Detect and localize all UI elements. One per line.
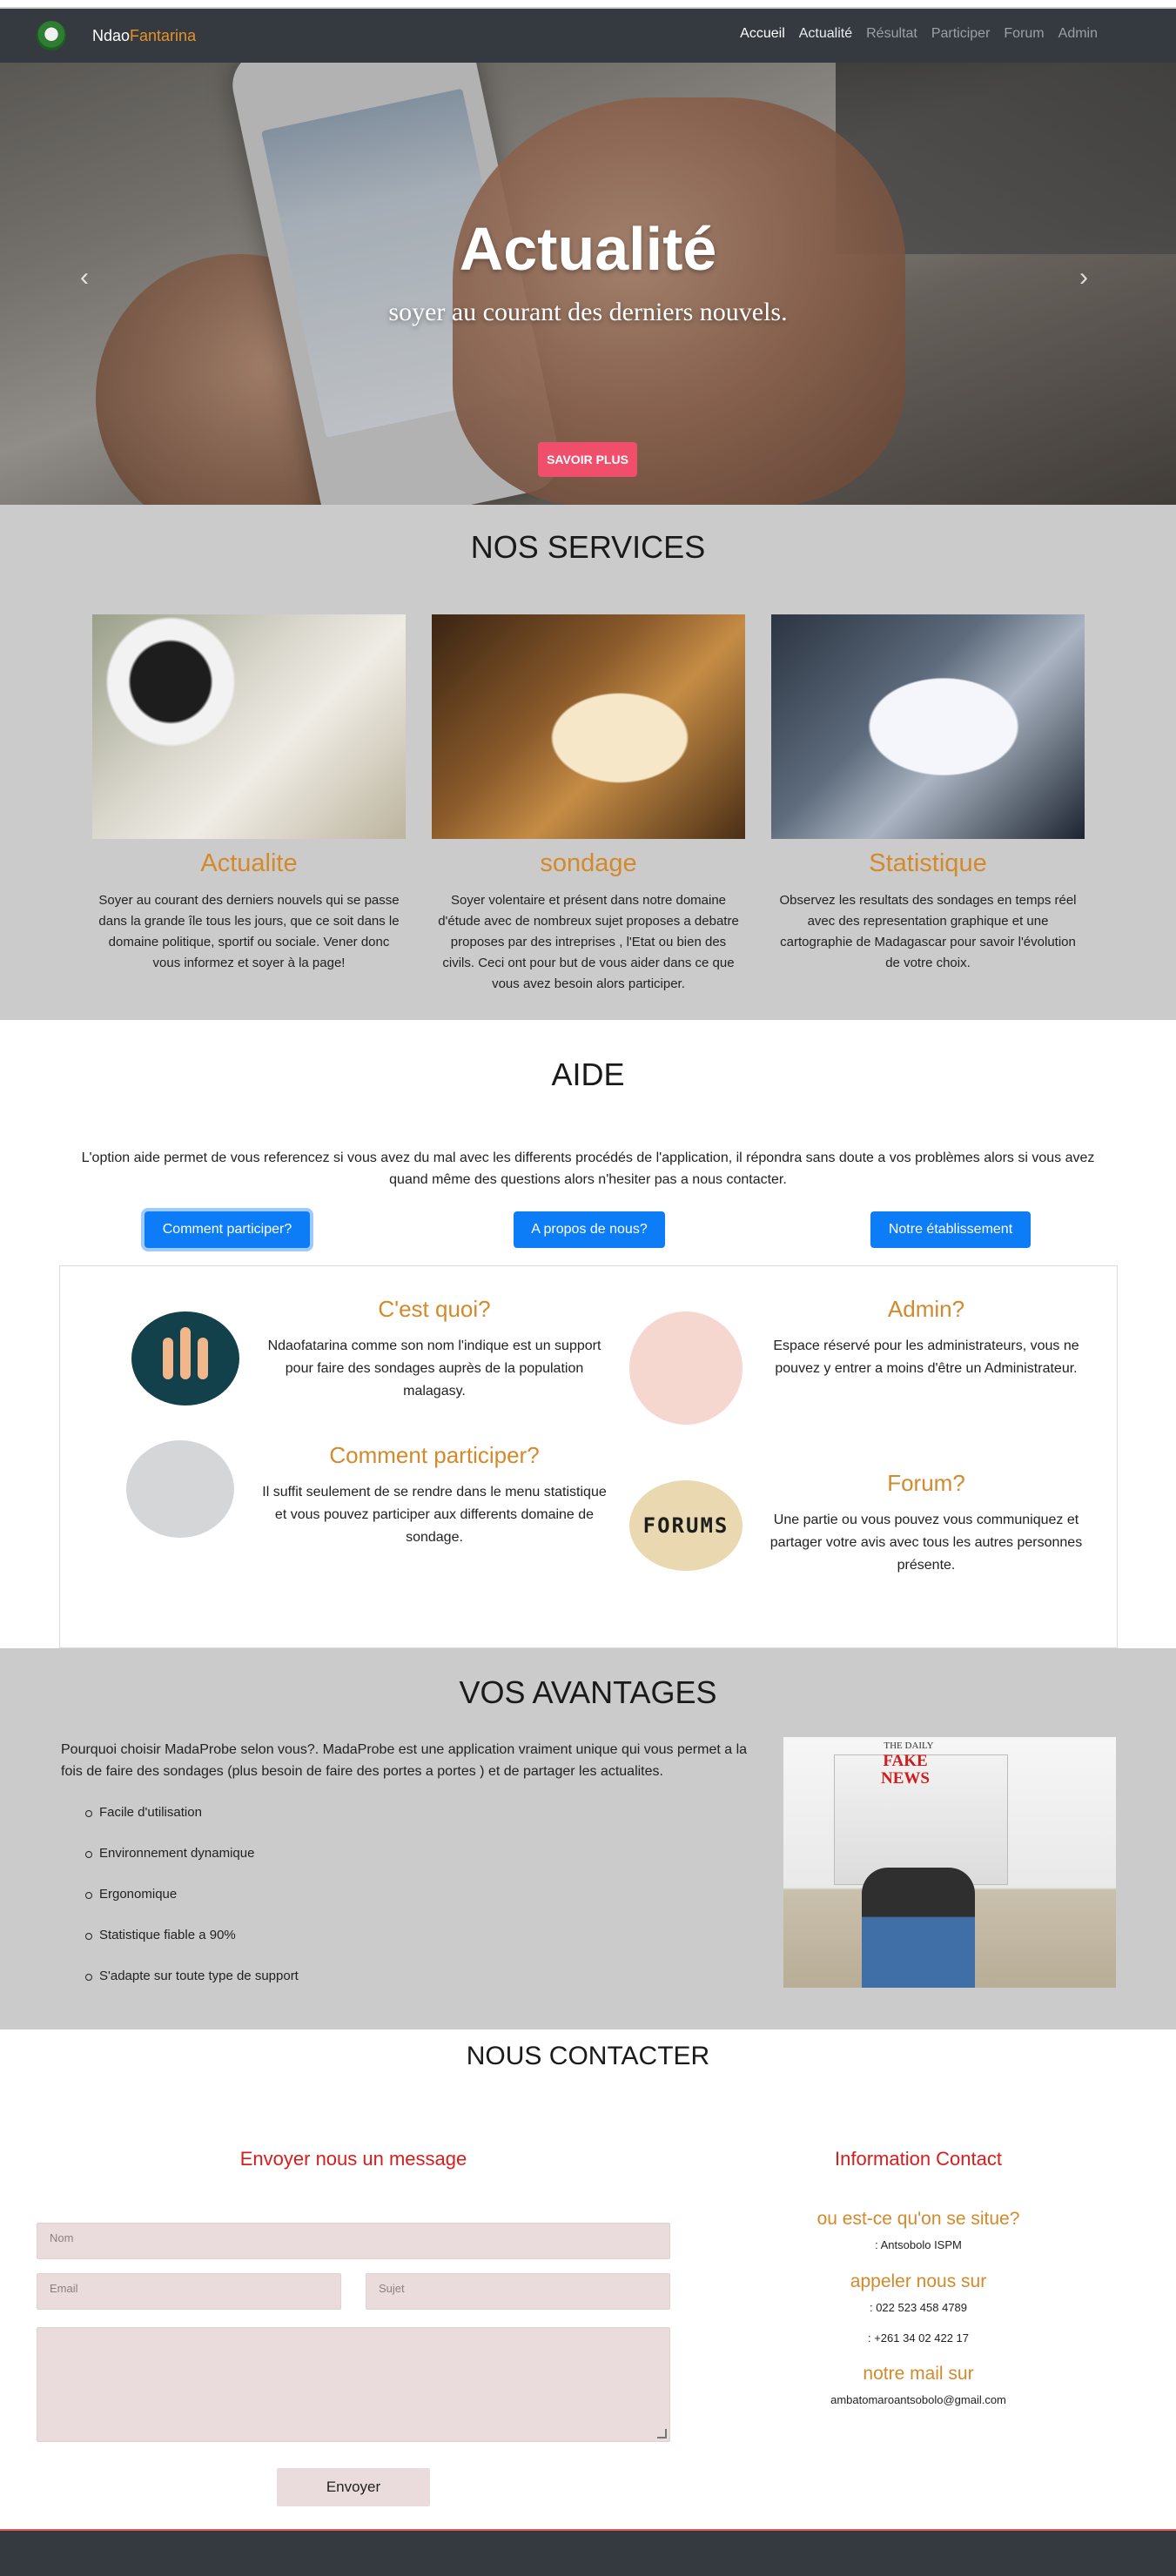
- list-item: Ergonomique: [85, 1887, 299, 1928]
- mail-value: ambatomaroantsobolo@gmail.com: [830, 2393, 1006, 2406]
- brand-logo-icon[interactable]: [37, 21, 66, 50]
- aide-panel: C'est quoi? Ndaofatarina comme son nom l…: [59, 1265, 1118, 1648]
- contact-form-title: Envoyer nous un message: [239, 2148, 467, 2170]
- contact-info-title: Information Contact: [835, 2148, 1002, 2170]
- contact-title: NOUS CONTACTER: [466, 2042, 710, 2070]
- location-value: : Antsobolo ISPM: [875, 2238, 962, 2251]
- mail-heading: notre mail sur: [863, 2364, 974, 2384]
- avantages-section: VOS AVANTAGES Pourquoi choisir MadaProbe…: [0, 1648, 1176, 2029]
- service-name: Actualite: [200, 849, 298, 877]
- phone-value-1: : 022 523 458 4789: [869, 2301, 968, 2314]
- service-card-actualite: Actualite Soyer au courant des derniers …: [92, 614, 406, 974]
- hero-carousel: ‹ › Actualité soyer au courant des derni…: [0, 63, 1176, 505]
- brand-name[interactable]: NdaoFantarina: [92, 27, 196, 45]
- sujet-field[interactable]: Sujet: [366, 2273, 670, 2310]
- services-section: NOS SERVICES Actualite Soyer au courant …: [0, 505, 1176, 1020]
- service-description: Soyer volentaire et présent dans notre d…: [438, 893, 739, 991]
- footer: [0, 2529, 1176, 2576]
- contact-phone: appeler nous sur : 022 523 458 4789 : +2…: [783, 2271, 1053, 2345]
- avantages-list: Facile d'utilisation Environnement dynam…: [85, 1805, 299, 2009]
- service-image-notebook: [432, 614, 745, 839]
- aide-description: L'option aide permet de vous referencez …: [81, 1150, 1095, 1187]
- aide-item-forum: Forum? Une partie ou vous pouvez vous co…: [765, 1470, 1087, 1577]
- list-item: Environnement dynamique: [85, 1846, 299, 1887]
- nom-field[interactable]: Nom: [37, 2223, 670, 2259]
- service-description: Observez les resultats des sondages en t…: [779, 893, 1077, 970]
- aide-item-comment-participer: Comment participer? Il suffit seulement …: [260, 1442, 608, 1549]
- avantages-title: VOS AVANTAGES: [459, 1674, 717, 1710]
- location-heading: ou est-ce qu'on se situe?: [816, 2209, 1020, 2229]
- nav-link-participer[interactable]: Participer: [931, 26, 991, 42]
- newspaper-masthead: THE DAILY: [884, 1741, 934, 1751]
- phone-value-2: : +261 34 02 422 17: [867, 2331, 970, 2345]
- question-person-icon: [126, 1440, 234, 1538]
- admin-woman-avatar-icon: [629, 1311, 743, 1425]
- services-title: NOS SERVICES: [470, 529, 706, 565]
- nav-link-actualite[interactable]: Actualité: [799, 26, 852, 42]
- aide-item-admin: Admin? Espace réservé pour les administr…: [765, 1296, 1087, 1380]
- aide-title: AIDE: [551, 1057, 625, 1092]
- contact-mail: notre mail sur ambatomaroantsobolo@gmail…: [783, 2364, 1053, 2406]
- service-name: Statistique: [869, 849, 987, 877]
- aide-item-text: Espace réservé pour les administrateurs,…: [773, 1338, 1079, 1376]
- service-image-statistics: [771, 614, 1085, 839]
- phone-heading: appeler nous sur: [850, 2271, 987, 2291]
- nav-link-forum[interactable]: Forum: [1004, 26, 1044, 42]
- aide-item-text: Ndaofatarina comme son nom l'indique est…: [267, 1338, 601, 1399]
- service-description: Soyer au courant des derniers nouvels qu…: [98, 893, 400, 970]
- nav-link-admin[interactable]: Admin: [1058, 26, 1098, 42]
- nav-link-accueil[interactable]: Accueil: [740, 26, 785, 42]
- forums-badge-label: FORUMS: [642, 1513, 729, 1538]
- a-propos-button[interactable]: A propos de nous?: [514, 1211, 665, 1248]
- service-card-statistique: Statistique Observez les resultats des s…: [771, 614, 1085, 974]
- savoir-plus-button[interactable]: SAVOIR PLUS: [538, 442, 637, 477]
- fake-news-reader-image: THE DAILY FAKE NEWS: [783, 1737, 1116, 1988]
- hero-title: Actualité: [459, 215, 717, 283]
- brand[interactable]: NdaoFantarina: [37, 21, 196, 50]
- navbar: NdaoFantarina Accueil Actualité Résultat…: [0, 9, 1176, 63]
- forums-badge-icon: FORUMS: [629, 1480, 743, 1571]
- raised-hands-icon: [131, 1311, 239, 1405]
- list-item: Statistique fiable a 90%: [85, 1928, 299, 1969]
- aide-item-text: Une partie ou vous pouvez vous communiqu…: [769, 1513, 1083, 1573]
- aide-item-text: Il suffit seulement de se rendre dans le…: [262, 1485, 607, 1545]
- comment-participer-button[interactable]: Comment participer?: [144, 1211, 310, 1248]
- service-card-sondage: sondage Soyer volentaire et présent dans…: [432, 614, 745, 995]
- list-item: Facile d'utilisation: [85, 1805, 299, 1846]
- top-border: [0, 0, 1176, 9]
- notre-etablissement-button[interactable]: Notre établissement: [870, 1211, 1031, 1248]
- aide-item-cest-quoi: C'est quoi? Ndaofatarina comme son nom l…: [260, 1296, 608, 1403]
- list-item: S'adapte sur toute type de support: [85, 1969, 299, 2009]
- message-textarea[interactable]: [37, 2327, 670, 2442]
- hero-subtitle: soyer au courant des derniers nouvels.: [388, 298, 788, 326]
- newspaper-headline: FAKE NEWS: [881, 1752, 930, 1788]
- service-name: sondage: [540, 849, 637, 877]
- envoyer-button[interactable]: Envoyer: [277, 2468, 430, 2506]
- email-field[interactable]: Email: [37, 2273, 341, 2310]
- nav-links: Accueil Actualité Résultat Participer Fo…: [726, 26, 1098, 42]
- contact-location: ou est-ce qu'on se situe? : Antsobolo IS…: [783, 2209, 1053, 2251]
- aide-item-title: C'est quoi?: [378, 1296, 491, 1322]
- aide-item-title: Forum?: [887, 1470, 965, 1496]
- service-image-newspaper: [92, 614, 406, 839]
- nav-link-resultat[interactable]: Résultat: [866, 26, 917, 42]
- aide-item-title: Comment participer?: [329, 1442, 540, 1468]
- avantages-intro: Pourquoi choisir MadaProbe selon vous?. …: [61, 1742, 748, 1779]
- aide-item-title: Admin?: [887, 1296, 965, 1322]
